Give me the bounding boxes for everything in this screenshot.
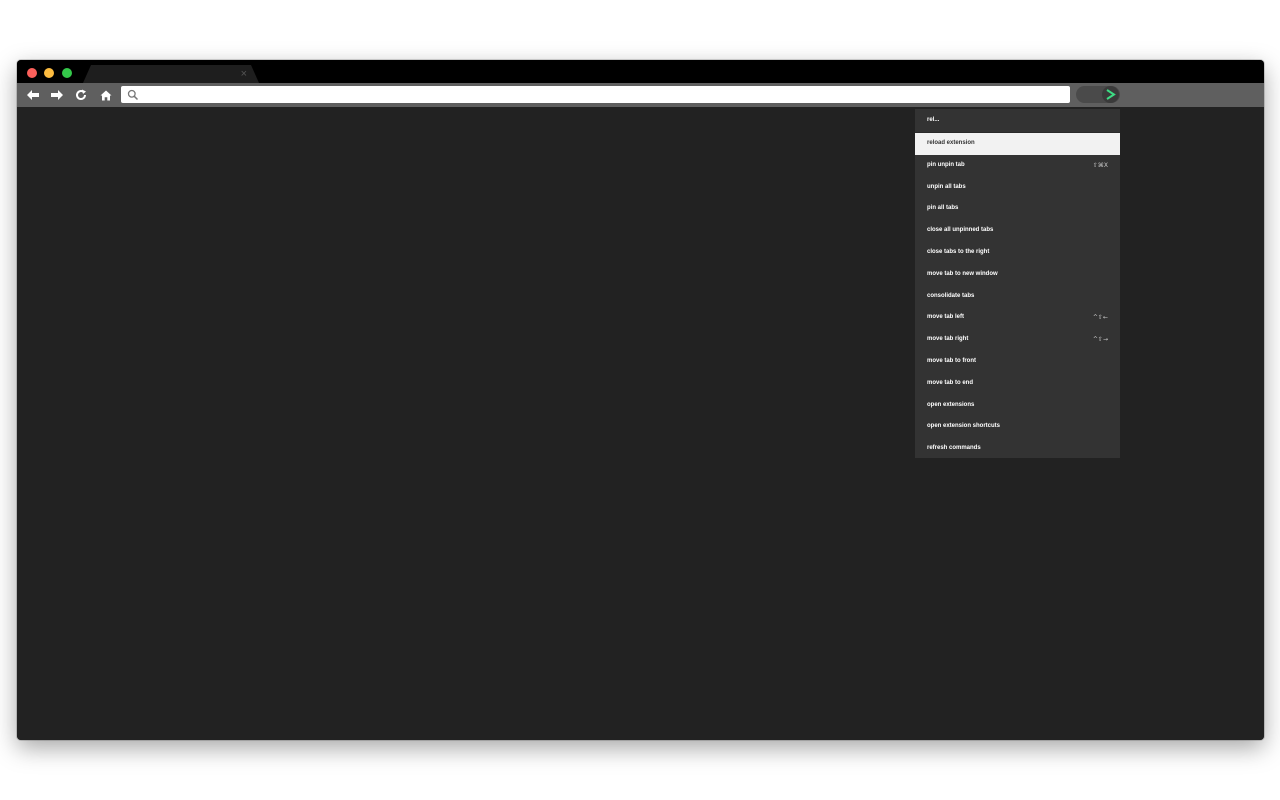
browser-toolbar xyxy=(17,83,1264,107)
command-label: close all unpinned tabs xyxy=(927,227,994,234)
command-item-move-tab-to-front[interactable]: move tab to front xyxy=(915,351,1120,373)
command-item-open-extension-shortcuts[interactable]: open extension shortcuts xyxy=(915,416,1120,438)
command-item-close-tabs-to-right[interactable]: close tabs to the right xyxy=(915,242,1120,264)
command-label: move tab left xyxy=(927,314,965,321)
command-item-move-tab-left[interactable]: move tab left ^⇧← xyxy=(915,307,1120,329)
command-item-unpin-all-tabs[interactable]: unpin all tabs xyxy=(915,177,1120,199)
arrow-right-icon xyxy=(51,90,63,100)
command-item-pin-all-tabs[interactable]: pin all tabs xyxy=(915,198,1120,220)
command-item-move-tab-to-new-window[interactable]: move tab to new window xyxy=(915,264,1120,286)
command-label: refresh commands xyxy=(927,445,981,452)
command-shortcut: ^⇧→ xyxy=(1092,336,1108,344)
command-search-input[interactable]: rel... xyxy=(915,109,1120,133)
command-list: reload extension pin unpin tab ⇧⌘X unpin… xyxy=(915,133,1120,460)
chevron-right-icon xyxy=(1102,86,1119,103)
home-button[interactable] xyxy=(97,86,115,104)
command-item-move-tab-to-end[interactable]: move tab to end xyxy=(915,373,1120,395)
command-label: reload extension xyxy=(927,140,975,146)
command-shortcut: ⇧⌘X xyxy=(1092,161,1108,169)
address-input[interactable] xyxy=(145,86,1045,103)
search-icon xyxy=(127,88,139,106)
command-item-move-tab-right[interactable]: move tab right ^⇧→ xyxy=(915,329,1120,351)
browser-tab[interactable]: × xyxy=(83,65,259,83)
forward-button[interactable] xyxy=(48,86,66,104)
command-palette: rel... reload extension pin unpin tab ⇧⌘… xyxy=(915,109,1120,458)
command-label: close tabs to the right xyxy=(927,248,990,255)
home-icon xyxy=(100,90,112,100)
command-label: consolidate tabs xyxy=(927,292,975,299)
command-shortcut: ^⇧← xyxy=(1092,314,1108,322)
command-item-consolidate-tabs[interactable]: consolidate tabs xyxy=(915,286,1120,308)
maximize-window-button[interactable] xyxy=(62,68,72,78)
command-item-reload-extension[interactable]: reload extension xyxy=(915,133,1120,155)
arrow-left-icon xyxy=(27,90,39,100)
command-label: move tab right xyxy=(927,336,969,343)
command-item-close-all-unpinned-tabs[interactable]: close all unpinned tabs xyxy=(915,220,1120,242)
command-label: move tab to end xyxy=(927,379,974,386)
back-button[interactable] xyxy=(24,86,42,104)
command-label: open extensions xyxy=(927,401,975,408)
command-item-open-extensions[interactable]: open extensions xyxy=(915,395,1120,417)
command-label: unpin all tabs xyxy=(927,183,966,190)
reload-button[interactable] xyxy=(72,86,90,104)
close-window-button[interactable] xyxy=(27,68,37,78)
title-bar: × xyxy=(17,60,1264,83)
command-item-refresh-commands[interactable]: refresh commands xyxy=(915,438,1120,460)
reload-icon xyxy=(76,89,87,101)
command-label: pin unpin tab xyxy=(927,161,965,168)
command-label: open extension shortcuts xyxy=(927,423,1001,430)
command-label: move tab to new window xyxy=(927,270,998,277)
minimize-window-button[interactable] xyxy=(44,68,54,78)
browser-window: × rel... reload extension pin unpin tab … xyxy=(17,60,1264,740)
command-label: pin all tabs xyxy=(927,205,959,212)
tab-close-icon[interactable]: × xyxy=(241,66,247,82)
command-label: move tab to front xyxy=(927,357,976,364)
command-item-pin-unpin-tab[interactable]: pin unpin tab ⇧⌘X xyxy=(915,155,1120,177)
address-bar[interactable] xyxy=(121,86,1070,103)
extension-toggle[interactable] xyxy=(1076,86,1120,103)
